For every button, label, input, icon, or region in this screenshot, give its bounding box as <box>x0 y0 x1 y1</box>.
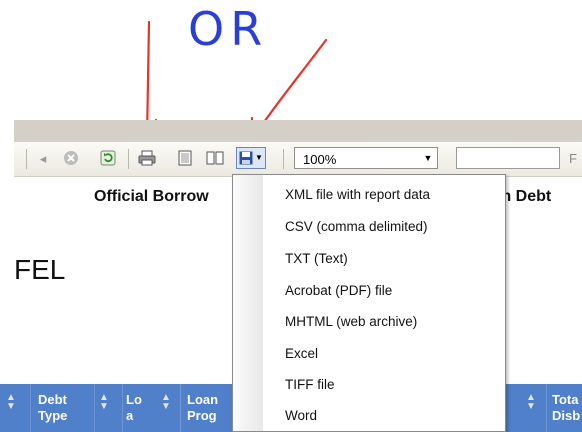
export-save-icon[interactable]: ▼ <box>236 147 266 169</box>
refresh-icon[interactable] <box>99 149 117 167</box>
sort-icon[interactable]: ▲ ▼ <box>161 393 171 412</box>
column-divider <box>180 384 181 432</box>
print-layout-icon[interactable] <box>176 149 194 167</box>
menu-item-mhtml[interactable]: MHTML (web archive) <box>285 314 417 329</box>
chevron-down-icon[interactable]: ▼ <box>421 150 435 166</box>
sort-icon[interactable]: ▲ ▼ <box>6 393 16 412</box>
column-header-total-disb-line1[interactable]: Tota <box>552 392 578 408</box>
annotation-or-text: OR <box>188 2 269 56</box>
column-header-total-disb-line2[interactable]: Disb <box>552 408 580 424</box>
zoom-select[interactable]: 100% ▼ <box>294 147 438 169</box>
toolbar-separator <box>128 149 129 169</box>
column-divider <box>30 384 31 432</box>
menu-item-csv[interactable]: CSV (comma delimited) <box>285 219 428 234</box>
menu-item-txt[interactable]: TXT (Text) <box>285 251 348 266</box>
menu-item-excel[interactable]: Excel <box>285 346 318 361</box>
menu-item-xml[interactable]: XML file with report data <box>285 187 430 202</box>
report-fel-label: FEL <box>14 254 66 285</box>
page-setup-icon[interactable] <box>206 149 224 167</box>
report-title-left: Official Borrow <box>94 188 209 205</box>
zoom-value: 100% <box>303 152 337 167</box>
column-divider <box>94 384 95 432</box>
find-input[interactable] <box>456 147 560 169</box>
dropdown-arrow-icon[interactable]: ▼ <box>255 154 263 162</box>
sort-icon[interactable]: ▲ ▼ <box>526 393 536 412</box>
column-header-debt-type-line1[interactable]: Debt <box>38 392 67 408</box>
find-label[interactable]: F <box>569 151 577 166</box>
column-header-loan-prog-line2[interactable]: Prog <box>187 408 217 424</box>
stop-icon[interactable] <box>62 149 80 167</box>
sort-icon[interactable]: ▲ ▼ <box>99 393 109 412</box>
menu-item-pdf[interactable]: Acrobat (PDF) file <box>285 283 392 298</box>
print-icon[interactable] <box>138 149 156 167</box>
toolbar-separator <box>283 149 284 169</box>
export-format-menu: XML file with report data CSV (comma del… <box>232 174 506 432</box>
back-icon[interactable]: ◂ <box>34 149 52 167</box>
toolbar-separator <box>26 149 27 169</box>
column-header-loan-line2[interactable]: a <box>126 408 133 424</box>
menu-item-word[interactable]: Word <box>285 408 317 423</box>
menu-item-tiff[interactable]: TIFF file <box>285 377 335 392</box>
column-header-loan-line1[interactable]: Lo <box>126 392 142 408</box>
column-divider <box>546 384 547 432</box>
column-header-debt-type-line2[interactable]: Type <box>38 408 67 424</box>
toolbar-top-band <box>14 120 582 143</box>
column-header-loan-prog-line1[interactable]: Loan <box>187 392 218 408</box>
menu-icon-gutter <box>233 175 263 431</box>
column-divider <box>122 384 123 432</box>
